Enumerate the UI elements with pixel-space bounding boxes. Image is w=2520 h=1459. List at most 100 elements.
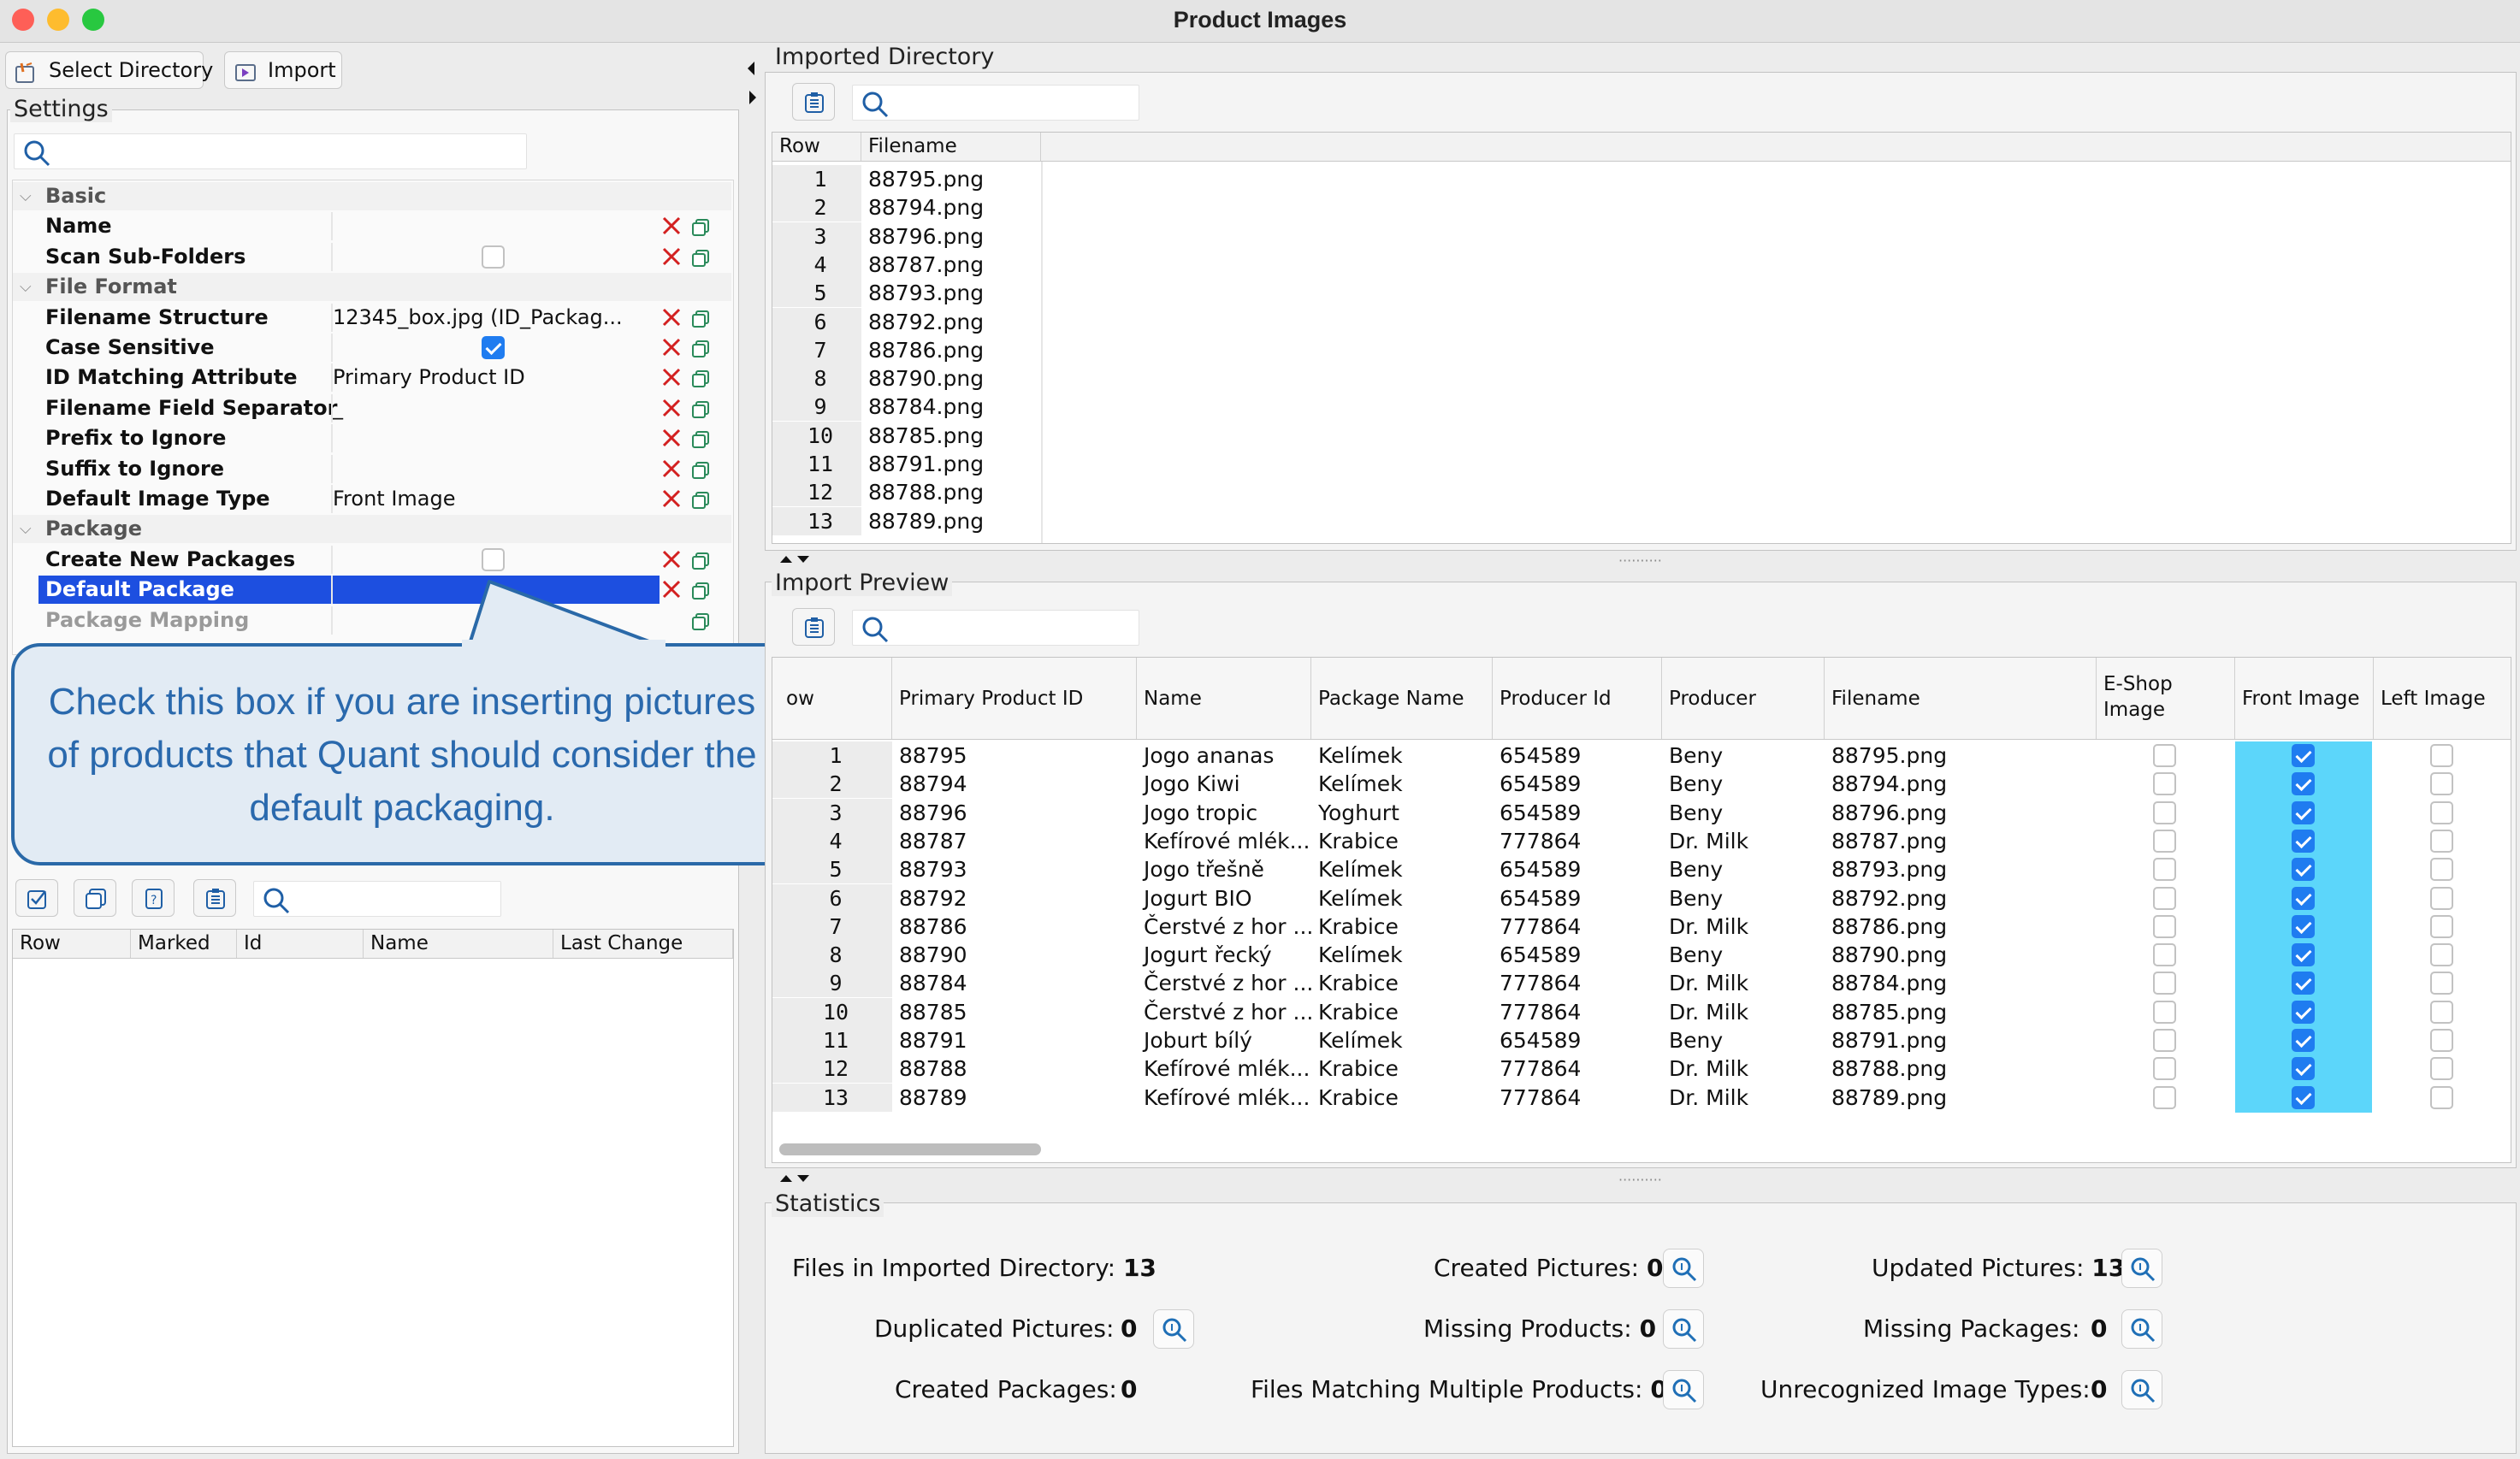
property-row[interactable]: Filename Structure 12345_box.jpg (ID_Pack… (13, 303, 731, 332)
eshop-image-checkbox[interactable] (2153, 914, 2176, 938)
columns-button[interactable] (193, 879, 236, 917)
table-row[interactable]: 8 88790.png (772, 364, 2511, 393)
preview-columns-button[interactable] (792, 608, 835, 646)
chevron-down-icon[interactable]: ⌵ (20, 273, 32, 301)
col-header-front-image[interactable]: Front Image (2235, 658, 2374, 739)
help-item-button[interactable]: ? (132, 879, 175, 917)
copy-value-icon[interactable] (691, 580, 710, 600)
front-image-checkbox[interactable] (2292, 772, 2315, 796)
left-image-checkbox[interactable] (2430, 772, 2453, 796)
eshop-image-checkbox[interactable] (2153, 1085, 2176, 1109)
reset-x-icon[interactable] (660, 427, 683, 449)
col-header-row[interactable]: Row (13, 930, 131, 958)
table-row[interactable]: 7 88786 Čerstvé z hor ... Krabice 777864 Dr. … (772, 912, 2511, 941)
col-header-row[interactable]: ow (772, 658, 892, 739)
import-button[interactable]: Import (224, 51, 342, 89)
copy-value-icon[interactable] (691, 308, 710, 328)
reset-x-icon[interactable] (660, 548, 683, 570)
eshop-image-checkbox[interactable] (2153, 744, 2176, 767)
property-row[interactable]: Scan Sub-Folders (13, 242, 731, 271)
front-image-checkbox[interactable] (2292, 829, 2315, 853)
col-header-name[interactable]: Name (1137, 658, 1311, 739)
property-value[interactable]: _ (333, 394, 654, 422)
duplicated-pictures-detail-button[interactable] (1153, 1309, 1194, 1349)
property-value[interactable]: Primary Product ID (333, 363, 654, 392)
copy-value-icon[interactable] (691, 247, 710, 267)
eshop-image-checkbox[interactable] (2153, 972, 2176, 995)
left-image-checkbox[interactable] (2430, 1000, 2453, 1024)
chevron-down-icon[interactable]: ⌵ (20, 515, 32, 543)
property-row[interactable]: ID Matching Attribute Primary Product ID (13, 363, 731, 393)
copy-value-icon[interactable] (691, 459, 710, 479)
table-row[interactable]: 13 88789.png (772, 506, 2511, 535)
table-row[interactable]: 7 88786.png (772, 335, 2511, 364)
mark-all-button[interactable] (15, 879, 58, 917)
property-row[interactable]: Filename Field Separator _ (13, 393, 731, 422)
settings-search-input[interactable] (14, 133, 527, 169)
col-header-primary-product-id[interactable]: Primary Product ID (892, 658, 1137, 739)
reset-x-icon[interactable] (660, 578, 683, 600)
front-image-checkbox[interactable] (2292, 1029, 2315, 1052)
col-header-marked[interactable]: Marked (131, 930, 237, 958)
reset-x-icon[interactable] (660, 215, 683, 237)
table-row[interactable]: 1 88795 Jogo ananas Kelímek 654589 Beny 88795.… (772, 741, 2511, 770)
eshop-image-checkbox[interactable] (2153, 772, 2176, 796)
property-row[interactable]: Suffix to Ignore (13, 454, 731, 483)
col-header-last-change[interactable]: Last Change (553, 930, 733, 958)
front-image-checkbox[interactable] (2292, 858, 2315, 882)
eshop-image-checkbox[interactable] (2153, 858, 2176, 882)
property-row[interactable]: Name (13, 212, 731, 241)
property-row[interactable]: Package Mapping (13, 605, 731, 635)
splitter-handle[interactable]: ·········· (1618, 1172, 1662, 1188)
left-image-checkbox[interactable] (2430, 829, 2453, 853)
left-image-checkbox[interactable] (2430, 744, 2453, 767)
col-header-row[interactable]: Row (772, 133, 861, 161)
table-row[interactable]: 12 88788.png (772, 478, 2511, 507)
property-checkbox[interactable] (482, 245, 505, 269)
reset-x-icon[interactable] (660, 306, 683, 328)
imported-search-input[interactable] (852, 85, 1139, 121)
multi-match-detail-button[interactable] (1663, 1370, 1704, 1409)
front-image-checkbox[interactable] (2292, 1000, 2315, 1024)
table-row[interactable]: 3 88796.png (772, 222, 2511, 251)
front-image-checkbox[interactable] (2292, 744, 2315, 767)
left-image-checkbox[interactable] (2430, 914, 2453, 938)
chevron-down-icon[interactable]: ⌵ (20, 182, 32, 210)
front-image-checkbox[interactable] (2292, 914, 2315, 938)
missing-packages-detail-button[interactable] (2121, 1309, 2162, 1349)
copy-value-icon[interactable] (691, 428, 710, 449)
front-image-checkbox[interactable] (2292, 972, 2315, 995)
left-image-checkbox[interactable] (2430, 886, 2453, 910)
eshop-image-checkbox[interactable] (2153, 1057, 2176, 1081)
left-image-checkbox[interactable] (2430, 858, 2453, 882)
property-value[interactable]: 12345_box.jpg (ID_Packag... (333, 304, 654, 332)
copy-value-icon[interactable] (691, 399, 710, 418)
copy-value-icon[interactable] (691, 368, 710, 388)
table-row[interactable]: 6 88792 Jogurt BIO Kelímek 654589 Beny 88792.p… (772, 883, 2511, 913)
copy-value-icon[interactable] (691, 489, 710, 509)
eshop-image-checkbox[interactable] (2153, 829, 2176, 853)
property-checkbox[interactable] (482, 336, 505, 359)
eshop-image-checkbox[interactable] (2153, 1029, 2176, 1052)
table-row[interactable]: 5 88793.png (772, 279, 2511, 308)
table-row[interactable]: 4 88787 Kefírové mlék... Krabice 777864 Dr. M… (772, 826, 2511, 855)
front-image-checkbox[interactable] (2292, 886, 2315, 910)
table-row[interactable]: 8 88790 Jogurt řecký Kelímek 654589 Beny 88790… (772, 941, 2511, 970)
reset-x-icon[interactable] (660, 487, 683, 510)
copy-value-icon[interactable] (691, 611, 710, 630)
splitter-handle[interactable]: ·········· (1618, 552, 1662, 569)
table-row[interactable]: 11 88791 Joburt bílý Kelímek 654589 Beny 88791… (772, 1026, 2511, 1054)
left-image-checkbox[interactable] (2430, 943, 2453, 967)
reset-x-icon[interactable] (660, 458, 683, 480)
splitter-arrows-icon[interactable] (778, 552, 813, 566)
imported-columns-button[interactable] (792, 83, 835, 121)
table-row[interactable]: 9 88784.png (772, 393, 2511, 422)
copy-value-icon[interactable] (691, 338, 710, 357)
table-row[interactable]: 10 88785 Čerstvé z hor ... Krabice 777864 Dr.… (772, 997, 2511, 1026)
eshop-image-checkbox[interactable] (2153, 800, 2176, 824)
copy-value-icon[interactable] (691, 550, 710, 570)
lower-search-input[interactable] (253, 881, 501, 917)
eshop-image-checkbox[interactable] (2153, 1000, 2176, 1024)
property-row[interactable]: Default Image Type Front Image (13, 485, 731, 513)
unrecognized-types-detail-button[interactable] (2121, 1370, 2162, 1409)
